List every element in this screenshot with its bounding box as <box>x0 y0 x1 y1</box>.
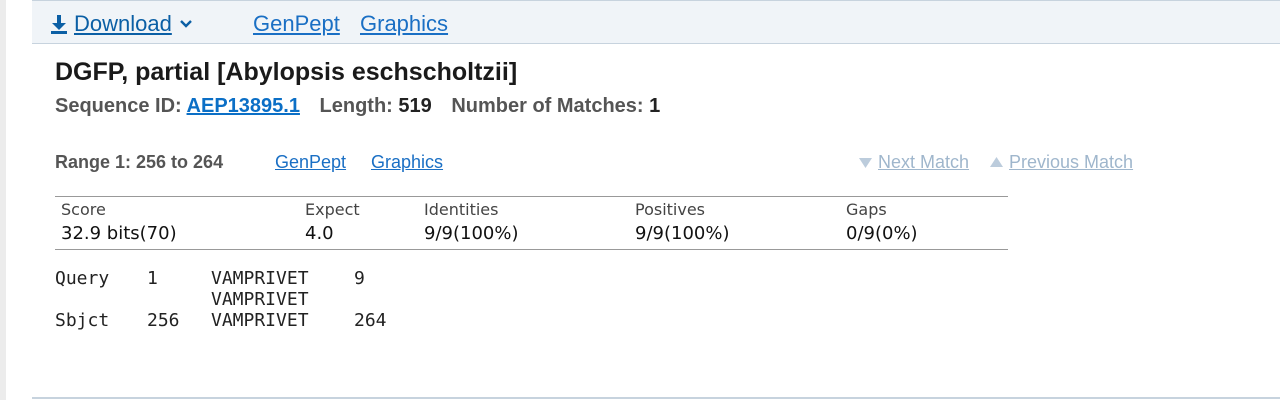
score-value: 32.9 bits(70) <box>61 223 177 244</box>
graphics-link[interactable]: Graphics <box>360 11 448 37</box>
previous-match-label: Previous Match <box>1009 152 1134 172</box>
genpept-link[interactable]: GenPept <box>253 11 340 37</box>
download-icon <box>50 14 68 34</box>
sbjct-label: Sbjct <box>55 310 110 331</box>
query-end: 9 <box>354 268 365 289</box>
alignment-stats-table: Score Expect Identities Positives Gaps 3… <box>55 196 1008 250</box>
query-start: 1 <box>147 268 158 289</box>
triangle-up-icon <box>990 152 1009 173</box>
gaps-value: 0/9(0%) <box>846 223 918 244</box>
section-divider <box>32 397 1280 399</box>
positives-header: Positives <box>635 200 706 219</box>
matches-label: Number of Matches: <box>451 95 644 117</box>
next-match-label: Next Match <box>878 152 970 172</box>
expect-header: Expect <box>305 200 360 219</box>
sbjct-end: 264 <box>354 310 387 331</box>
download-button[interactable]: Download <box>50 11 192 37</box>
range-graphics-link[interactable]: Graphics <box>371 152 443 173</box>
expect-value: 4.0 <box>305 223 334 244</box>
triangle-down-icon <box>859 152 878 173</box>
sbjct-start: 256 <box>147 310 180 331</box>
query-label: Query <box>55 268 110 289</box>
query-sequence: VAMPRIVET <box>211 268 309 289</box>
previous-match-link[interactable]: Previous Match <box>990 152 1133 173</box>
identities-header: Identities <box>424 200 499 219</box>
download-label: Download <box>74 11 172 36</box>
length-label: Length: <box>319 95 393 117</box>
next-match-link[interactable]: Next Match <box>859 152 969 173</box>
length-value: 519 <box>398 95 432 117</box>
gaps-header: Gaps <box>846 200 887 219</box>
range-genpept-link[interactable]: GenPept <box>275 152 346 173</box>
chevron-down-icon <box>179 19 192 29</box>
matches-value: 1 <box>649 95 661 117</box>
seq-id-label: Sequence ID: <box>55 95 182 117</box>
hit-title: DGFP, partial [Abylopsis eschscholtzii] <box>55 58 518 86</box>
range-label: Range 1: 256 to 264 <box>55 152 224 172</box>
identities-value: 9/9(100%) <box>424 223 519 244</box>
alignment-midline: VAMPRIVET <box>211 289 309 310</box>
sbjct-sequence: VAMPRIVET <box>211 310 309 331</box>
seq-id-link[interactable]: AEP13895.1 <box>187 95 300 117</box>
positives-value: 9/9(100%) <box>635 223 730 244</box>
score-header: Score <box>61 200 106 219</box>
sequence-info: Sequence ID: AEP13895.1 Length: 519 Numb… <box>55 95 660 118</box>
left-edge <box>0 0 6 400</box>
hit-toolbar: Download GenPept Graphics <box>32 0 1280 44</box>
